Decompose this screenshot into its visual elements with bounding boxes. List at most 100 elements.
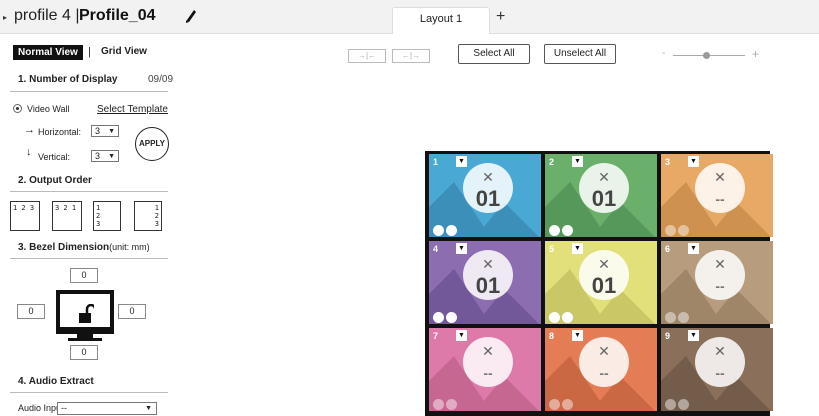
- input-source-badge: ✕ 01: [579, 163, 629, 213]
- screen-icon[interactable]: [678, 225, 689, 236]
- input-source-label: --: [483, 365, 493, 381]
- screen-icon[interactable]: [678, 312, 689, 323]
- arrow-right-icon: →: [24, 124, 35, 136]
- screen-icon[interactable]: [446, 225, 457, 236]
- select-template-link[interactable]: Select Template: [97, 104, 168, 115]
- close-icon[interactable]: ✕: [463, 256, 513, 272]
- chevron-down-icon: ▼: [145, 405, 152, 412]
- vertical-select[interactable]: 3 ▼: [91, 150, 119, 162]
- pencil-icon[interactable]: [184, 7, 198, 23]
- zoom-slider-handle[interactable]: [703, 52, 710, 59]
- speaker-icon[interactable]: [549, 312, 560, 323]
- grid-view-button[interactable]: Grid View: [101, 46, 147, 57]
- input-source-label: 01: [475, 273, 501, 298]
- input-source-badge: ✕ --: [579, 337, 629, 387]
- bezel-right-input[interactable]: 0: [118, 304, 146, 319]
- tab-layout-1[interactable]: Layout 1: [392, 7, 490, 34]
- speaker-icon[interactable]: [433, 399, 444, 410]
- output-order-option-2[interactable]: 3 2 1: [52, 201, 82, 231]
- speaker-icon[interactable]: [433, 312, 444, 323]
- input-source-badge: ✕ 01: [463, 163, 513, 213]
- split-horizontal-button[interactable]: ←|→: [392, 49, 430, 63]
- display-cell[interactable]: 3 ▼ ✕ --: [661, 154, 773, 237]
- output-order-option-3[interactable]: 1 2 3: [93, 201, 121, 231]
- divider: [10, 91, 168, 92]
- bezel-top-input[interactable]: 0: [70, 268, 98, 283]
- speaker-icon[interactable]: [549, 399, 560, 410]
- expand-arrow-icon[interactable]: ▸: [3, 13, 7, 22]
- display-cell[interactable]: 7 ▼ ✕ --: [429, 328, 541, 411]
- close-icon[interactable]: ✕: [463, 343, 513, 359]
- speaker-icon[interactable]: [549, 225, 560, 236]
- bezel-left-input[interactable]: 0: [17, 304, 45, 319]
- cell-icon-bar: [433, 223, 459, 236]
- screen-icon[interactable]: [562, 312, 573, 323]
- close-icon[interactable]: ✕: [579, 169, 629, 185]
- monitor-base: [68, 338, 102, 341]
- speaker-icon[interactable]: [433, 225, 444, 236]
- unselect-all-button[interactable]: Unselect All: [544, 44, 616, 64]
- close-icon[interactable]: ✕: [695, 256, 745, 272]
- display-number: 9: [665, 331, 671, 341]
- close-icon[interactable]: ✕: [695, 169, 745, 185]
- chevron-down-icon[interactable]: ▼: [688, 243, 699, 254]
- chevron-down-icon[interactable]: ▼: [688, 330, 699, 341]
- chevron-down-icon[interactable]: ▼: [456, 156, 467, 167]
- input-source-label: --: [715, 191, 725, 207]
- divider: [10, 392, 168, 393]
- display-cell[interactable]: 4 ▼ ✕ 01: [429, 241, 541, 324]
- cell-icon-bar: [549, 397, 575, 410]
- input-source-label: 01: [475, 186, 501, 211]
- chevron-down-icon[interactable]: ▼: [456, 330, 467, 341]
- screen-icon[interactable]: [562, 399, 573, 410]
- profile-name: Profile_04: [79, 7, 156, 24]
- display-number: 8: [549, 331, 555, 341]
- cell-icon-bar: [549, 310, 575, 323]
- vertical-label: Vertical:: [38, 152, 71, 162]
- chevron-down-icon[interactable]: ▼: [688, 156, 699, 167]
- display-cell[interactable]: 9 ▼ ✕ --: [661, 328, 773, 411]
- video-wall-radio[interactable]: [13, 104, 22, 113]
- input-source-badge: ✕ --: [463, 337, 513, 387]
- zoom-in-icon[interactable]: +: [752, 47, 759, 61]
- chevron-down-icon[interactable]: ▼: [572, 243, 583, 254]
- output-order-option-4[interactable]: 1 2 3: [134, 201, 162, 231]
- display-number: 4: [433, 244, 439, 254]
- speaker-icon[interactable]: [665, 399, 676, 410]
- close-icon[interactable]: ✕: [695, 343, 745, 359]
- bezel-bottom-input[interactable]: 0: [70, 345, 98, 360]
- add-tab-button[interactable]: +: [496, 8, 505, 26]
- divider: [10, 258, 168, 259]
- close-icon[interactable]: ✕: [579, 256, 629, 272]
- section-bezel-dimension-title: 3. Bezel Dimension(unit: mm): [18, 242, 150, 253]
- swap-horizontal-button[interactable]: →|←: [348, 49, 386, 63]
- screen-icon[interactable]: [446, 399, 457, 410]
- select-all-button[interactable]: Select All: [458, 44, 530, 64]
- unlock-icon[interactable]: [78, 304, 94, 324]
- chevron-down-icon[interactable]: ▼: [456, 243, 467, 254]
- chevron-down-icon[interactable]: ▼: [572, 156, 583, 167]
- display-cell[interactable]: 6 ▼ ✕ --: [661, 241, 773, 324]
- zoom-out-icon[interactable]: -: [662, 48, 665, 59]
- chevron-down-icon[interactable]: ▼: [572, 330, 583, 341]
- apply-button[interactable]: APPLY: [135, 127, 169, 161]
- split-arrows-icon: ←|→: [401, 51, 421, 60]
- speaker-icon[interactable]: [665, 312, 676, 323]
- close-icon[interactable]: ✕: [579, 343, 629, 359]
- display-cell[interactable]: 5 ▼ ✕ 01: [545, 241, 657, 324]
- input-source-badge: ✕ --: [695, 163, 745, 213]
- screen-icon[interactable]: [678, 399, 689, 410]
- speaker-icon[interactable]: [665, 225, 676, 236]
- cell-icon-bar: [665, 397, 691, 410]
- screen-icon[interactable]: [562, 225, 573, 236]
- close-icon[interactable]: ✕: [463, 169, 513, 185]
- horizontal-select[interactable]: 3 ▼: [91, 125, 119, 137]
- display-cell[interactable]: 2 ▼ ✕ 01: [545, 154, 657, 237]
- profile-label: profile 4 |: [14, 7, 80, 24]
- screen-icon[interactable]: [446, 312, 457, 323]
- audio-input-select[interactable]: -- ▼: [57, 402, 157, 415]
- normal-view-button[interactable]: Normal View: [13, 45, 83, 60]
- output-order-option-1[interactable]: 1 2 3: [10, 201, 40, 231]
- display-cell[interactable]: 8 ▼ ✕ --: [545, 328, 657, 411]
- display-cell[interactable]: 1 ▼ ✕ 01: [429, 154, 541, 237]
